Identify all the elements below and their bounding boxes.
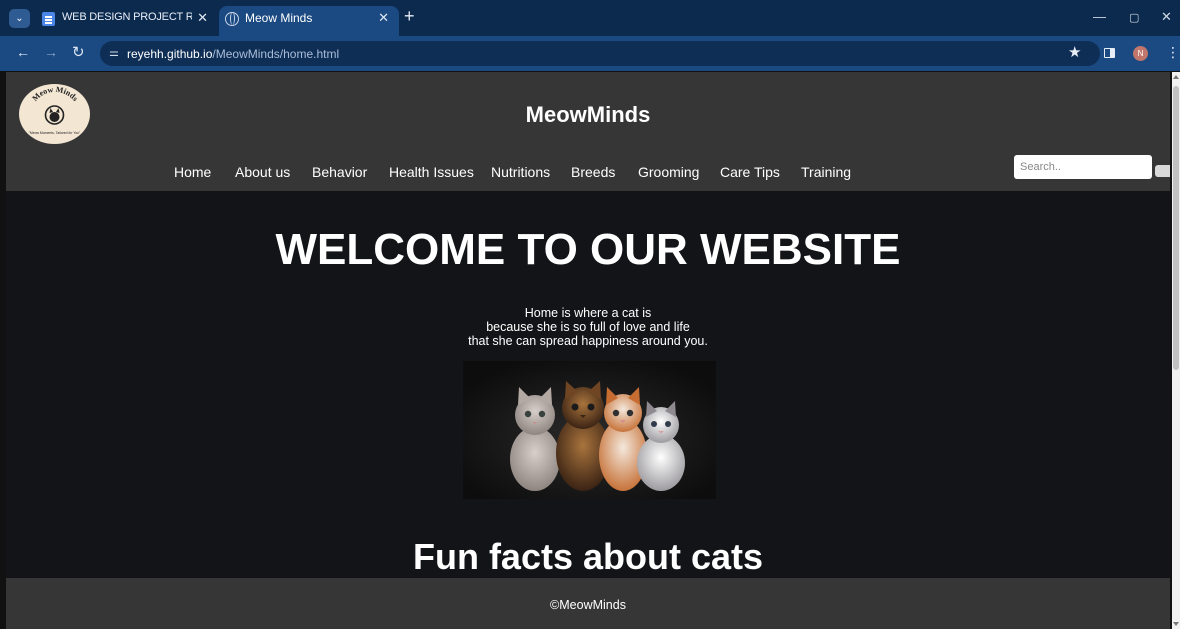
- page-scrollbar[interactable]: [1172, 72, 1180, 629]
- search-input[interactable]: [1014, 155, 1152, 179]
- tab-search-icon[interactable]: ⌄: [9, 9, 30, 28]
- page-viewport: Meow Minds "Meow Moments, Tailored for Y…: [6, 72, 1170, 629]
- tab-meow-minds[interactable]: Meow Minds ✕: [219, 6, 399, 36]
- url-host: reyehh.github.io: [127, 47, 213, 61]
- close-tab-icon[interactable]: ✕: [378, 10, 389, 26]
- scroll-down-arrow[interactable]: [1173, 622, 1179, 626]
- hero-title: WELCOME TO OUR WEBSITE: [275, 225, 901, 274]
- site-title: MeowMinds: [525, 102, 651, 127]
- globe-icon: [225, 12, 239, 26]
- bookmark-star-icon[interactable]: ★: [1068, 43, 1081, 61]
- profile-avatar[interactable]: N: [1133, 46, 1148, 61]
- site-header: Meow Minds "Meow Moments, Tailored for Y…: [6, 72, 1170, 191]
- nav-link-care-tips[interactable]: Care Tips: [720, 164, 780, 180]
- address-bar[interactable]: ⚌ reyehh.github.io/MeowMinds/home.html: [100, 41, 1100, 66]
- tagline-line: because she is so full of love and life: [486, 320, 690, 334]
- logo-slogan: "Meow Moments, Tailored for You": [29, 131, 81, 135]
- nav-link-behavior[interactable]: Behavior: [312, 164, 367, 180]
- nav-link-about-us[interactable]: About us: [235, 164, 290, 180]
- tab-web-design-report[interactable]: WEB DESIGN PROJECT REPORT ✕: [36, 6, 218, 36]
- side-panel-icon[interactable]: [1104, 48, 1115, 58]
- nav-link-breeds[interactable]: Breeds: [571, 164, 615, 180]
- restore-icon[interactable]: ▢: [1129, 11, 1139, 24]
- tagline-line: Home is where a cat is: [524, 306, 652, 320]
- nav-link-nutritions[interactable]: Nutritions: [491, 164, 550, 180]
- url-path: /MeowMinds/home.html: [212, 47, 340, 61]
- window-close-icon[interactable]: ✕: [1161, 9, 1172, 25]
- scrollbar-thumb[interactable]: [1173, 86, 1179, 370]
- minimize-icon[interactable]: —: [1093, 9, 1106, 24]
- tab-title: WEB DESIGN PROJECT REPORT: [62, 11, 192, 23]
- nav-link-training[interactable]: Training: [801, 164, 851, 180]
- url-text[interactable]: reyehh.github.io/MeowMinds/home.html: [127, 47, 339, 61]
- tab-title: Meow Minds: [245, 11, 313, 25]
- nav-link-grooming[interactable]: Grooming: [638, 164, 699, 180]
- nav-link-health-issues[interactable]: Health Issues: [389, 164, 474, 180]
- scroll-up-arrow[interactable]: [1173, 75, 1179, 79]
- kittens-image: [463, 361, 716, 499]
- footer-copyright: ©MeowMinds: [550, 598, 626, 612]
- site-footer: ©MeowMinds: [6, 578, 1170, 629]
- tagline: Home is where a cat is because she is so…: [6, 306, 1170, 348]
- reload-icon[interactable]: ↻: [72, 43, 85, 61]
- browser-tab-bar: ⌄ WEB DESIGN PROJECT REPORT ✕ Meow Minds…: [0, 0, 1180, 36]
- new-tab-button[interactable]: +: [404, 6, 415, 27]
- close-tab-icon[interactable]: ✕: [197, 10, 208, 26]
- back-icon[interactable]: ←: [16, 44, 30, 60]
- site-info-icon[interactable]: ⚌: [109, 46, 119, 59]
- forward-icon[interactable]: →: [44, 44, 58, 60]
- search-button[interactable]: [1155, 165, 1170, 177]
- browser-toolbar: ← → ↻ ⚌ reyehh.github.io/MeowMinds/home.…: [0, 36, 1180, 71]
- docs-icon: [42, 12, 55, 26]
- kebab-menu-icon[interactable]: ⋮: [1166, 44, 1180, 61]
- nav-link-home[interactable]: Home: [174, 164, 211, 180]
- tagline-line: that she can spread happiness around you…: [468, 334, 708, 348]
- section-title: Fun facts about cats: [412, 536, 764, 577]
